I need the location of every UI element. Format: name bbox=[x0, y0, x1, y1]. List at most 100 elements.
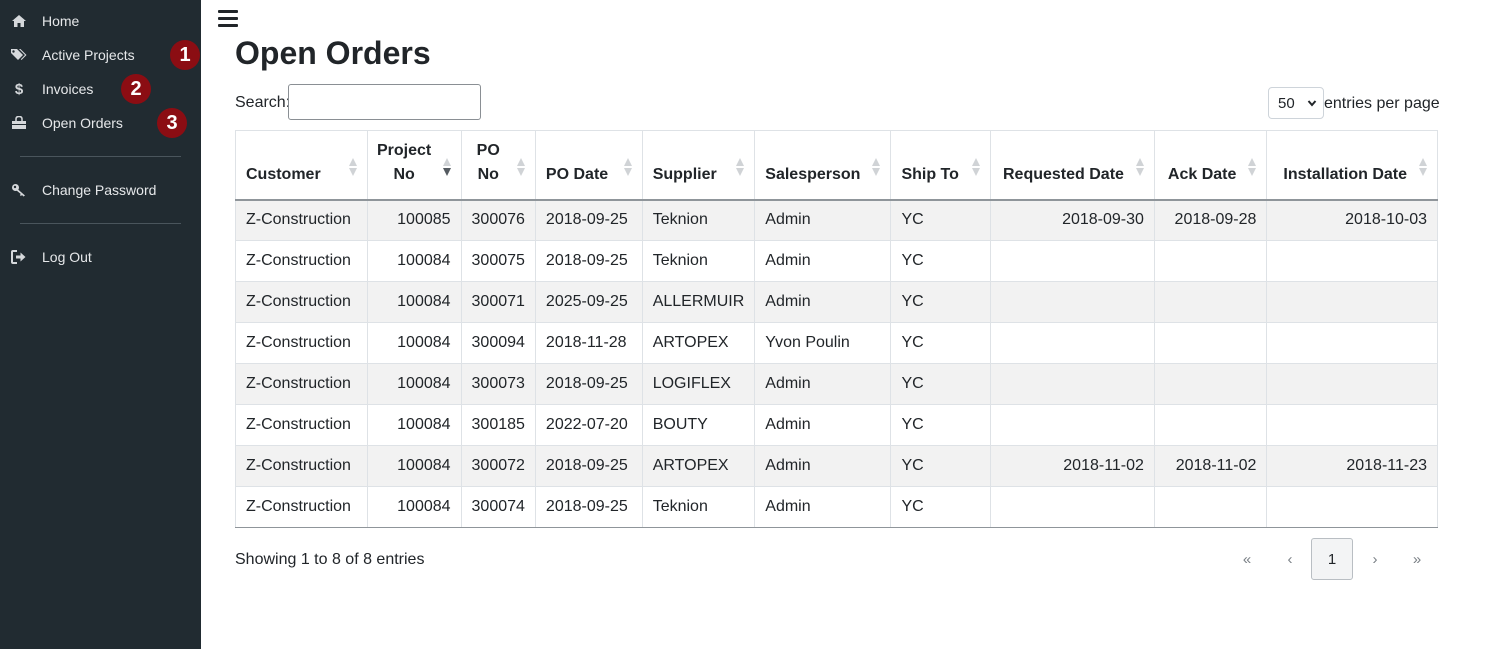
cell-requested-date bbox=[990, 240, 1155, 282]
cell-po-date: 2018-09-25 bbox=[534, 486, 643, 528]
sidebar-item-log-out[interactable]: Log Out bbox=[0, 242, 201, 272]
sidebar-divider bbox=[20, 156, 181, 157]
sort-both-icon bbox=[623, 158, 632, 176]
pagination-page-1-button[interactable]: 1 bbox=[1311, 538, 1353, 580]
sidebar-item-label: Invoices bbox=[42, 81, 94, 97]
pagination-last-button[interactable]: » bbox=[1398, 538, 1436, 580]
cell-po-no: 300071 bbox=[460, 281, 536, 323]
sort-desc-icon bbox=[442, 158, 451, 176]
cell-installation-date bbox=[1266, 281, 1438, 323]
cell-po-no: 300094 bbox=[460, 322, 536, 364]
cell-customer: Z-Construction bbox=[235, 322, 368, 364]
pagination-first-button[interactable]: « bbox=[1228, 538, 1266, 580]
cell-po-date: 2018-09-25 bbox=[534, 199, 643, 241]
cell-ship-to: YC bbox=[890, 240, 992, 282]
home-icon bbox=[10, 13, 28, 29]
sort-both-icon bbox=[516, 158, 525, 176]
cell-customer: Z-Construction bbox=[235, 486, 368, 528]
column-header-project-no[interactable]: Project No bbox=[366, 130, 462, 201]
column-header-installation-date[interactable]: Installation Date bbox=[1266, 130, 1438, 201]
column-header-po-no[interactable]: PO No bbox=[460, 130, 536, 201]
column-header-supplier[interactable]: Supplier bbox=[641, 130, 756, 201]
cell-po-no: 300072 bbox=[460, 445, 536, 487]
cell-project-no: 100084 bbox=[366, 486, 462, 528]
cell-supplier: Teknion bbox=[641, 199, 756, 241]
pagination-prev-button[interactable]: ‹ bbox=[1271, 538, 1309, 580]
sidebar: Home Active Projects $ Invoices Open Ord… bbox=[0, 0, 201, 649]
cell-requested-date bbox=[990, 281, 1155, 323]
chevron-down-icon bbox=[1307, 100, 1317, 107]
sort-both-icon bbox=[872, 158, 881, 176]
cell-po-date: 2018-09-25 bbox=[534, 445, 643, 487]
sidebar-item-invoices[interactable]: $ Invoices bbox=[0, 74, 201, 104]
cell-ack-date: 2018-09-28 bbox=[1153, 199, 1268, 241]
step-badge-2: 2 bbox=[121, 74, 151, 104]
cell-po-date: 2022-07-20 bbox=[534, 404, 643, 446]
cell-salesperson: Admin bbox=[754, 404, 892, 446]
cell-salesperson: Admin bbox=[754, 486, 892, 528]
cell-supplier: BOUTY bbox=[641, 404, 756, 446]
sort-both-icon bbox=[1419, 158, 1427, 176]
cell-customer: Z-Construction bbox=[235, 445, 368, 487]
column-header-po-date[interactable]: PO Date bbox=[534, 130, 643, 201]
sidebar-item-label: Open Orders bbox=[42, 115, 123, 131]
cell-ship-to: YC bbox=[890, 363, 992, 405]
cell-supplier: Teknion bbox=[641, 240, 756, 282]
column-header-customer[interactable]: Customer bbox=[235, 130, 368, 201]
cell-ship-to: YC bbox=[890, 486, 992, 528]
table-header-row: Customer Project No PO No PO Date Suppli… bbox=[235, 130, 1438, 201]
sidebar-item-label: Change Password bbox=[42, 182, 157, 198]
cell-po-date: 2018-09-25 bbox=[534, 240, 643, 282]
table-row[interactable]: Z-Construction 100084 300075 2018-09-25 … bbox=[235, 240, 1438, 282]
menu-toggle-icon[interactable] bbox=[218, 10, 238, 28]
table-row[interactable]: Z-Construction 100084 300071 2025-09-25 … bbox=[235, 281, 1438, 323]
cell-installation-date bbox=[1266, 363, 1438, 405]
cell-project-no: 100084 bbox=[366, 445, 462, 487]
pagination-next-button[interactable]: › bbox=[1356, 538, 1394, 580]
entries-per-page-select[interactable]: 50 bbox=[1268, 87, 1324, 119]
cell-po-no: 300073 bbox=[460, 363, 536, 405]
cell-po-no: 300185 bbox=[460, 404, 536, 446]
cell-supplier: Teknion bbox=[641, 486, 756, 528]
key-icon bbox=[10, 182, 28, 198]
entries-per-page-label: entries per page bbox=[1324, 95, 1440, 112]
cell-project-no: 100085 bbox=[366, 199, 462, 241]
cell-salesperson: Admin bbox=[754, 363, 892, 405]
column-header-ack-date[interactable]: Ack Date bbox=[1153, 130, 1268, 201]
sidebar-item-label: Log Out bbox=[42, 249, 92, 265]
cell-po-date: 2018-11-28 bbox=[534, 322, 643, 364]
column-header-salesperson[interactable]: Salesperson bbox=[754, 130, 892, 201]
cell-po-no: 300074 bbox=[460, 486, 536, 528]
sort-both-icon bbox=[972, 158, 981, 176]
cell-ack-date bbox=[1153, 281, 1268, 323]
table-row[interactable]: Z-Construction 100085 300076 2018-09-25 … bbox=[235, 199, 1438, 241]
cell-customer: Z-Construction bbox=[235, 199, 368, 241]
sidebar-item-change-password[interactable]: Change Password bbox=[0, 175, 201, 205]
cell-supplier: ALLERMUIR bbox=[641, 281, 756, 323]
cell-salesperson: Admin bbox=[754, 281, 892, 323]
search-input[interactable] bbox=[288, 84, 481, 120]
cell-po-date: 2018-09-25 bbox=[534, 363, 643, 405]
column-header-requested-date[interactable]: Requested Date bbox=[990, 130, 1155, 201]
table-row[interactable]: Z-Construction 100084 300185 2022-07-20 … bbox=[235, 404, 1438, 446]
column-header-ship-to[interactable]: Ship To bbox=[890, 130, 992, 201]
table-row[interactable]: Z-Construction 100084 300074 2018-09-25 … bbox=[235, 486, 1438, 528]
cell-supplier: ARTOPEX bbox=[641, 322, 756, 364]
table-row[interactable]: Z-Construction 100084 300094 2018-11-28 … bbox=[235, 322, 1438, 364]
sign-out-icon bbox=[10, 249, 28, 265]
cell-ack-date bbox=[1153, 404, 1268, 446]
table-row[interactable]: Z-Construction 100084 300072 2018-09-25 … bbox=[235, 445, 1438, 487]
sidebar-item-label: Home bbox=[42, 13, 80, 29]
entries-per-page-value: 50 bbox=[1278, 94, 1295, 112]
table-row[interactable]: Z-Construction 100084 300073 2018-09-25 … bbox=[235, 363, 1438, 405]
cell-po-date: 2025-09-25 bbox=[534, 281, 643, 323]
cell-customer: Z-Construction bbox=[235, 240, 368, 282]
tags-icon bbox=[10, 47, 28, 63]
cell-project-no: 100084 bbox=[366, 404, 462, 446]
cell-customer: Z-Construction bbox=[235, 404, 368, 446]
cell-requested-date bbox=[990, 486, 1155, 528]
sidebar-item-home[interactable]: Home bbox=[0, 6, 201, 36]
cell-installation-date bbox=[1266, 322, 1438, 364]
page-title: Open Orders bbox=[235, 35, 431, 71]
cell-supplier: LOGIFLEX bbox=[641, 363, 756, 405]
